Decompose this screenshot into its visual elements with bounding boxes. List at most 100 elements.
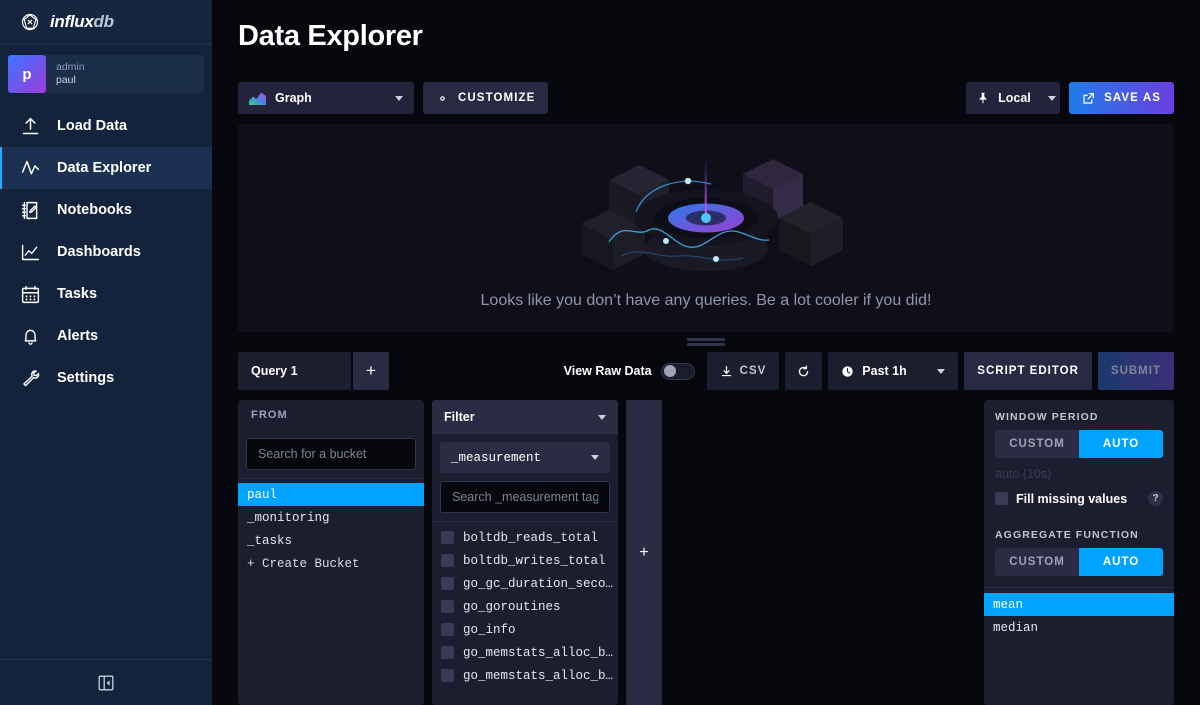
checkbox[interactable]: [441, 646, 454, 659]
list-item[interactable]: _monitoring: [238, 506, 424, 529]
tag-key-dropdown[interactable]: _measurement: [440, 442, 610, 473]
user-card[interactable]: p admin paul: [8, 55, 204, 93]
fill-missing-left[interactable]: Fill missing values: [995, 492, 1127, 506]
page-title: Data Explorer: [238, 19, 423, 52]
toggle-track[interactable]: [660, 362, 695, 380]
list-item[interactable]: median: [984, 616, 1174, 639]
query-tab-1[interactable]: Query 1: [238, 352, 351, 390]
refresh-button[interactable]: [785, 352, 823, 390]
aggregate-function-list: mean median: [984, 588, 1174, 639]
sidebar-item-dashboards[interactable]: Dashboards: [0, 231, 212, 273]
list-item[interactable]: mean: [984, 593, 1174, 616]
time-range-label: Past 1h: [862, 364, 907, 378]
aggregate-function-toggle: CUSTOM AUTO: [995, 548, 1163, 576]
csv-download-button[interactable]: CSV: [706, 352, 780, 390]
toolbar-left: Graph CUSTOMIZE: [238, 82, 549, 114]
list-item[interactable]: boltdb_writes_total: [432, 549, 618, 572]
dashboard-chart-icon: [20, 242, 41, 263]
checkbox[interactable]: [441, 531, 454, 544]
add-query-button[interactable]: +: [353, 352, 389, 390]
user-org: admin: [56, 60, 85, 73]
view-raw-data-label: View Raw Data: [563, 364, 652, 378]
add-filter-card-button[interactable]: +: [626, 400, 662, 705]
chevron-down-icon: [591, 455, 599, 460]
sidebar-item-label: Data Explorer: [57, 160, 152, 176]
aggregate-custom-button[interactable]: CUSTOM: [995, 548, 1079, 576]
time-range-dropdown[interactable]: Past 1h: [828, 352, 959, 390]
measurement-label: boltdb_writes_total: [463, 553, 606, 568]
page-header: Data Explorer: [212, 0, 1200, 72]
filter-type-dropdown[interactable]: Filter: [432, 400, 618, 434]
upload-icon: [20, 116, 41, 137]
sidebar-item-data-explorer[interactable]: Data Explorer: [0, 147, 212, 189]
checkbox[interactable]: [441, 554, 454, 567]
filter-panel-title: Filter: [444, 410, 475, 424]
checkbox[interactable]: [441, 669, 454, 682]
graph-swatch-icon: [249, 92, 266, 105]
brand[interactable]: influxdb: [0, 0, 212, 45]
measurement-label: go_gc_duration_seco…: [463, 576, 614, 591]
list-item[interactable]: go_memstats_alloc_b…: [432, 641, 618, 664]
from-panel: FROM paul _monitoring _tasks + Create Bu…: [238, 400, 424, 705]
list-item[interactable]: go_info: [432, 618, 618, 641]
list-item[interactable]: paul: [238, 483, 424, 506]
chevron-down-icon: [937, 368, 946, 374]
sidebar-item-label: Notebooks: [57, 202, 132, 218]
list-item[interactable]: boltdb_reads_total: [432, 526, 618, 549]
graph-panel: Looks like you don’t have any queries. B…: [238, 124, 1174, 332]
save-as-button[interactable]: SAVE AS: [1069, 82, 1174, 114]
view-type-dropdown[interactable]: Graph: [238, 82, 414, 114]
window-period-label: WINDOW PERIOD: [995, 411, 1099, 423]
query-builder: FROM paul _monitoring _tasks + Create Bu…: [238, 400, 1174, 705]
sidebar-nav: Load Data Data Explorer Notebooks Dashbo…: [0, 105, 212, 399]
list-item[interactable]: _tasks: [238, 529, 424, 552]
chevron-down-icon: [395, 95, 403, 101]
sidebar-item-settings[interactable]: Settings: [0, 357, 212, 399]
list-item[interactable]: go_goroutines: [432, 595, 618, 618]
query-bar-actions: View Raw Data CSV Past 1h SCRIPT EDITOR …: [564, 352, 1174, 390]
panel-resize-handle[interactable]: [212, 332, 1200, 352]
fill-missing-values-row: Fill missing values ?: [984, 491, 1174, 518]
query-options-panel: WINDOW PERIOD CUSTOM AUTO auto (10s) Fil…: [984, 400, 1174, 705]
checkbox[interactable]: [441, 577, 454, 590]
export-icon: [1082, 92, 1095, 105]
checkbox[interactable]: [441, 623, 454, 636]
customize-button[interactable]: CUSTOMIZE: [423, 82, 549, 114]
window-period-auto-button[interactable]: AUTO: [1079, 430, 1163, 458]
aggregate-auto-button[interactable]: AUTO: [1079, 548, 1163, 576]
collapse-panel-icon[interactable]: [98, 675, 114, 691]
view-type-label: Graph: [275, 91, 312, 105]
checkbox[interactable]: [995, 492, 1008, 505]
chevron-down-icon: [1047, 95, 1056, 101]
sidebar-item-tasks[interactable]: Tasks: [0, 273, 212, 315]
line-graph-icon: [20, 158, 41, 179]
timezone-dropdown[interactable]: Local: [966, 82, 1061, 114]
main-content: Data Explorer Graph CUSTOMIZE Local SAVE…: [212, 0, 1200, 705]
tag-value-search-input[interactable]: [440, 481, 610, 513]
sidebar-item-load-data[interactable]: Load Data: [0, 105, 212, 147]
view-toolbar: Graph CUSTOMIZE Local SAVE AS: [212, 72, 1200, 124]
window-period-custom-button[interactable]: CUSTOM: [995, 430, 1079, 458]
measurement-label: go_memstats_alloc_b…: [463, 668, 614, 683]
list-item[interactable]: go_gc_duration_seco…: [432, 572, 618, 595]
sidebar-item-notebooks[interactable]: Notebooks: [0, 189, 212, 231]
builder-spacer: [670, 400, 976, 705]
chevron-down-icon: [598, 414, 606, 420]
wrench-icon: [20, 368, 41, 389]
question-mark-icon[interactable]: ?: [1148, 491, 1163, 506]
data-explorer-app: influxdb p admin paul Load Data Data Exp…: [0, 0, 1200, 705]
pin-icon: [977, 92, 990, 105]
create-bucket-button[interactable]: + Create Bucket: [238, 552, 424, 575]
list-item[interactable]: go_memstats_alloc_b…: [432, 664, 618, 687]
submit-button[interactable]: SUBMIT: [1097, 352, 1174, 390]
bucket-search-input[interactable]: [246, 438, 416, 470]
checkbox[interactable]: [441, 600, 454, 613]
toolbar-right: Local SAVE AS: [966, 82, 1174, 114]
sidebar-item-alerts[interactable]: Alerts: [0, 315, 212, 357]
script-editor-button[interactable]: SCRIPT EDITOR: [964, 352, 1092, 390]
view-raw-data-toggle[interactable]: View Raw Data: [564, 352, 701, 390]
sidebar-item-label: Tasks: [57, 286, 98, 302]
influxdb-logo-icon: [20, 12, 40, 32]
notebook-pencil-icon: [20, 200, 41, 221]
bucket-search-wrap: [238, 430, 424, 478]
